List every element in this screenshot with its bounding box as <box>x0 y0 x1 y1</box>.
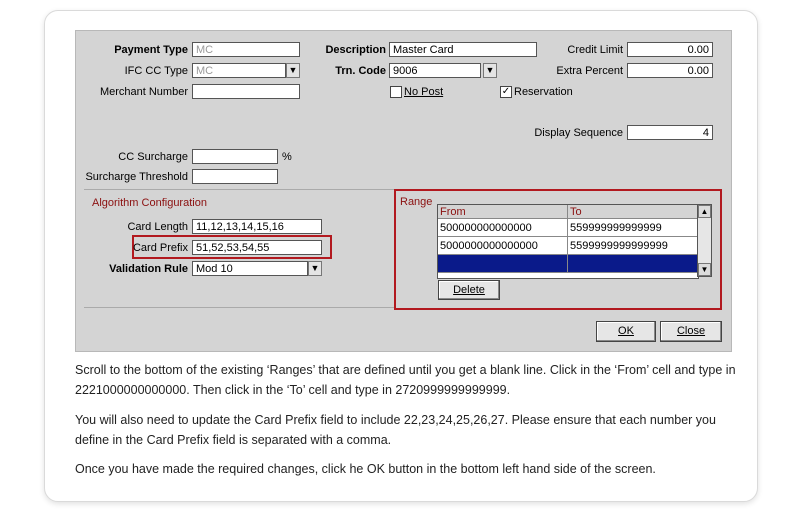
cc-surcharge-label: CC Surcharge <box>118 151 188 163</box>
merchant-number-label: Merchant Number <box>99 86 188 98</box>
range-column-from[interactable]: From <box>438 205 568 219</box>
display-sequence-label: Display Sequence <box>534 127 623 139</box>
range-cell-to[interactable]: 5599999999999999 <box>568 237 698 255</box>
range-table: From To 500000000000000 559999999999999 … <box>437 204 699 279</box>
ifc-cc-type-field[interactable]: MC <box>192 63 286 78</box>
range-cell-to-blank[interactable] <box>568 255 698 273</box>
description-field[interactable]: Master Card <box>389 42 537 57</box>
no-post-checkbox[interactable] <box>390 86 402 98</box>
cc-surcharge-field[interactable] <box>192 149 278 164</box>
ok-button[interactable]: OK <box>596 321 656 342</box>
instruction-paragraph-2: You will also need to update the Card Pr… <box>75 413 716 447</box>
algorithm-group-line <box>84 189 394 190</box>
surcharge-threshold-label: Surcharge Threshold <box>85 171 188 183</box>
surcharge-threshold-field[interactable] <box>192 169 278 184</box>
trn-code-label: Trn. Code <box>335 65 386 77</box>
description-label: Description <box>325 44 386 56</box>
ifc-cc-type-dropdown-icon[interactable]: ▼ <box>286 63 300 78</box>
close-button[interactable]: Close <box>660 321 722 342</box>
delete-button-label: Delete <box>453 284 485 296</box>
percent-sign: % <box>282 151 292 163</box>
trn-code-dropdown-icon[interactable]: ▼ <box>483 63 497 78</box>
payment-type-field[interactable]: MC <box>192 42 300 57</box>
payment-type-label: Payment Type <box>114 44 188 56</box>
range-column-to[interactable]: To <box>568 205 698 219</box>
merchant-number-field[interactable] <box>192 84 300 99</box>
validation-rule-dropdown-icon[interactable]: ▼ <box>308 261 322 276</box>
reservation-label: Reservation <box>514 86 573 98</box>
credit-limit-label: Credit Limit <box>567 44 623 56</box>
range-cell-from[interactable]: 5000000000000000 <box>438 237 568 255</box>
close-button-label: Close <box>676 325 706 337</box>
card-prefix-label: Card Prefix <box>132 242 188 254</box>
delete-button[interactable]: Delete <box>438 280 500 300</box>
instruction-paragraph-1: Scroll to the bottom of the existing ‘Ra… <box>75 363 736 397</box>
scroll-up-icon[interactable]: ▲ <box>698 205 711 218</box>
trn-code-field[interactable]: 9006 <box>389 63 481 78</box>
ok-button-label: OK <box>618 325 634 337</box>
card-prefix-field[interactable]: 51,52,53,54,55 <box>192 240 322 255</box>
reservation-checkbox[interactable]: ✓ <box>500 86 512 98</box>
range-cell-to[interactable]: 559999999999999 <box>568 219 698 237</box>
payment-type-form: Payment Type MC IFC CC Type MC ▼ Merchan… <box>75 30 732 352</box>
range-cell-from-blank[interactable] <box>438 255 568 273</box>
scroll-down-icon[interactable]: ▼ <box>698 263 711 276</box>
card-length-field[interactable]: 11,12,13,14,15,16 <box>192 219 322 234</box>
range-cell-from[interactable]: 500000000000000 <box>438 219 568 237</box>
credit-limit-field[interactable]: 0.00 <box>627 42 713 57</box>
instruction-paragraph-3: Once you have made the required changes,… <box>75 462 656 476</box>
algorithm-section-title: Algorithm Configuration <box>92 197 207 209</box>
range-scrollbar[interactable]: ▲ ▼ <box>697 204 712 277</box>
validation-rule-label: Validation Rule <box>109 263 188 275</box>
algorithm-group-bottom-line <box>84 307 394 308</box>
extra-percent-label: Extra Percent <box>556 65 623 77</box>
no-post-label: No Post <box>404 86 444 98</box>
card-length-label: Card Length <box>127 221 188 233</box>
validation-rule-select[interactable]: Mod 10 <box>192 261 308 276</box>
display-sequence-field[interactable]: 4 <box>627 125 713 140</box>
range-section-title: Range <box>400 196 433 208</box>
extra-percent-field[interactable]: 0.00 <box>627 63 713 78</box>
ifc-cc-type-label: IFC CC Type <box>124 65 188 77</box>
